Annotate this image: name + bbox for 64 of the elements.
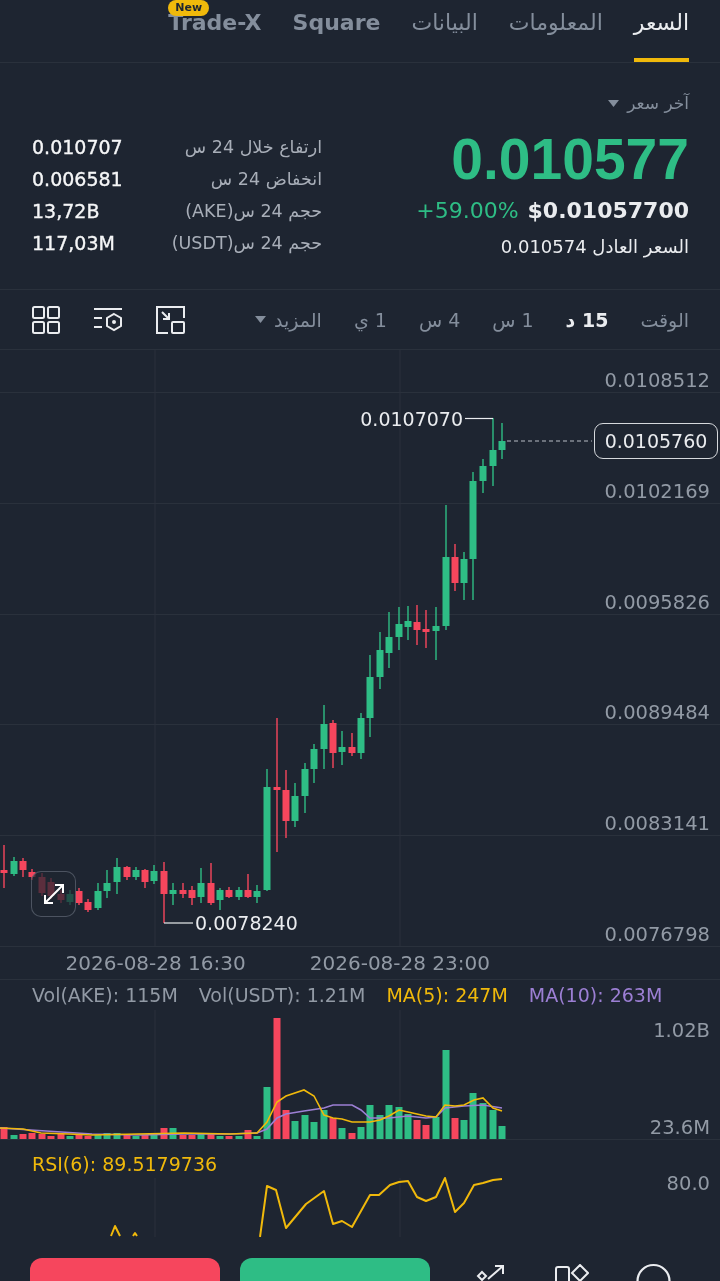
stat-label: حجم 24 س(USDT)	[171, 233, 322, 253]
price-axis-label: 0.0076798	[604, 924, 710, 946]
low-price-label: 0.0078240	[195, 912, 298, 934]
shapes-icon[interactable]	[555, 1264, 589, 1281]
price-axis-label: 0.0095826	[604, 591, 710, 614]
stat-label: ارتفاع خلال 24 س	[184, 137, 322, 157]
stat-label: حجم 24 س(AKE)	[185, 201, 322, 221]
stat-value: 0.010707	[32, 136, 123, 158]
volume-bar	[432, 1117, 440, 1139]
volume-bar	[0, 1127, 8, 1139]
usd-price: $0.01057700	[527, 197, 689, 225]
price-change: +59.00%	[416, 197, 519, 225]
arrow-icon[interactable]	[476, 1264, 506, 1281]
price-axis-label: 0.0083141	[604, 813, 710, 836]
interval-tab[interactable]: 1 ي	[353, 307, 387, 332]
resize-icon[interactable]	[156, 305, 185, 334]
candlestick	[0, 844, 8, 889]
fair-price: السعر العادل 0.010574	[500, 235, 689, 259]
tab[interactable]: البيانات	[411, 0, 478, 62]
stat-value: 13,72B	[32, 200, 100, 222]
current-price-label: 0.0105760	[594, 423, 718, 459]
volume-legend: Vol(USDT): 1.21M	[198, 984, 366, 1006]
last-price: 0.010577	[451, 129, 689, 189]
candlestick	[113, 857, 121, 895]
volume-axis-label: 1.02B	[653, 1020, 710, 1042]
volume-bar	[263, 1087, 271, 1139]
more-dropdown[interactable]: المزيد	[255, 308, 322, 331]
volume-bar	[479, 1103, 487, 1139]
tab[interactable]: Square	[292, 0, 381, 62]
volume-legend: MA(10): 263M	[528, 984, 663, 1006]
rsi-axis-label: 80.0	[666, 1173, 710, 1195]
grid-icon[interactable]	[32, 305, 60, 334]
high-price-label: 0.0107070	[360, 408, 463, 430]
interval-tab[interactable]: 15 د	[565, 307, 609, 332]
price-axis-label: 0.0108512	[604, 370, 710, 392]
volume-axis-label: 23.6M	[649, 1117, 710, 1139]
tab[interactable]: Trade-X New	[168, 0, 262, 62]
tab[interactable]: السعر	[633, 0, 689, 62]
settings-icon[interactable]	[93, 306, 123, 333]
stat-label: انخفاض 24 س	[210, 169, 322, 189]
volume-legend: Vol(AKE): 115M	[32, 984, 178, 1006]
volume-legend: MA(5): 247M	[386, 984, 508, 1006]
interval-tab[interactable]: 4 س	[418, 307, 461, 332]
expand-icon	[41, 882, 66, 906]
time-axis-label: 2026-08-28 23:00	[309, 951, 490, 975]
candlestick	[479, 458, 487, 494]
price-axis-label: 0.0102169	[604, 480, 710, 503]
caret-icon	[255, 316, 267, 323]
leader-line	[464, 417, 494, 420]
time-axis-label: 2026-08-28 16:30	[65, 951, 246, 975]
tab[interactable]: المعلومات	[508, 0, 603, 62]
volume-bar	[113, 1133, 121, 1139]
more-icon[interactable]	[636, 1263, 671, 1281]
price-axis-label: 0.0089484	[604, 702, 710, 725]
caret-icon	[608, 99, 620, 107]
stat-value: 0.006581	[32, 168, 123, 190]
expand-button[interactable]	[31, 871, 76, 917]
interval-tab[interactable]: 1 س	[492, 307, 534, 332]
stat-value: 117,03M	[32, 232, 115, 254]
rsi-legend: RSI(6): 89.5179736	[32, 1153, 218, 1175]
price-type-dropdown[interactable]: آخر سعر	[608, 92, 689, 114]
leader-line	[163, 922, 194, 924]
interval-label: الوقت	[640, 307, 689, 332]
candlestick	[432, 606, 440, 661]
